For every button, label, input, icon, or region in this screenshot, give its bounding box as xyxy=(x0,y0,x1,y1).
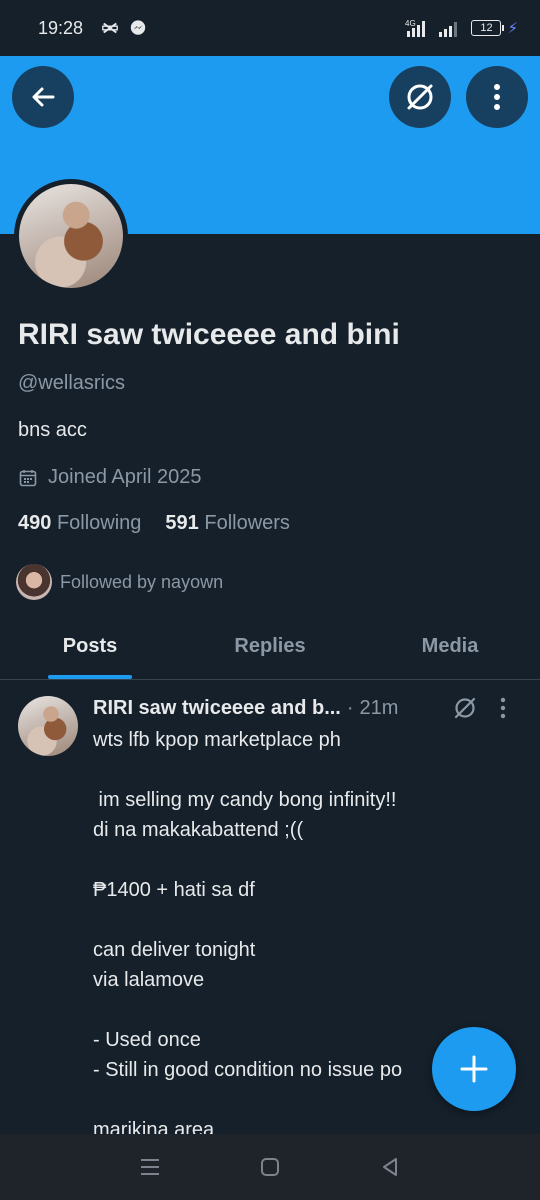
post-more-icon[interactable] xyxy=(499,695,507,721)
post-grok-icon[interactable] xyxy=(451,694,479,722)
status-time: 19:28 xyxy=(38,17,84,38)
battery-level: 12 xyxy=(480,22,493,34)
capcut-icon xyxy=(102,22,118,34)
profile-screen: 19:28 4G 12 ⚡ RIRI saw twiceeee and bini… xyxy=(0,0,540,1200)
plus-icon xyxy=(460,1055,488,1083)
signal-icon: 4G xyxy=(405,19,426,37)
tab-posts[interactable]: Posts xyxy=(0,614,180,679)
tab-media-label: Media xyxy=(421,635,479,657)
charging-icon: ⚡ xyxy=(507,20,518,37)
back-button[interactable] xyxy=(12,66,74,128)
followers-link[interactable]: 591 Followers xyxy=(165,512,290,535)
profile-tabs: Posts Replies Media xyxy=(0,614,540,680)
active-tab-indicator xyxy=(48,675,132,679)
home-square-icon xyxy=(261,1158,279,1176)
status-notification-icons xyxy=(101,19,147,37)
tab-replies-label: Replies xyxy=(234,635,306,657)
menu-lines-icon xyxy=(141,1159,159,1175)
follow-stats: 490 Following 591 Followers xyxy=(18,512,290,535)
post-separator: · xyxy=(346,696,354,719)
profile-avatar[interactable] xyxy=(14,179,128,293)
followers-count: 591 xyxy=(165,512,199,534)
joined-text: Joined April 2025 xyxy=(48,466,202,488)
post-timestamp: 21m xyxy=(359,696,399,719)
more-vertical-icon xyxy=(494,84,500,110)
triangle-back-icon xyxy=(383,1158,397,1176)
signal-strength-icon xyxy=(439,22,458,37)
display-name: RIRI saw twiceeee and bini xyxy=(18,318,400,351)
following-link[interactable]: 490 Following xyxy=(18,512,141,535)
profile-bio: bns acc xyxy=(18,419,87,441)
follower-avatar xyxy=(16,564,52,600)
messenger-icon xyxy=(130,20,146,35)
status-system-icons: 4G 12 ⚡ xyxy=(399,18,518,38)
username-handle: @wellasrics xyxy=(18,372,125,394)
home-button[interactable] xyxy=(250,1147,290,1187)
following-count: 490 xyxy=(18,512,52,534)
profile-avatar-image xyxy=(19,184,123,288)
post-author-name[interactable]: RIRI saw twiceeee and b... xyxy=(93,697,341,720)
followers-label: Followers xyxy=(204,512,290,534)
tab-replies[interactable]: Replies xyxy=(180,614,360,679)
system-navigation-bar xyxy=(0,1134,540,1200)
tab-posts-label: Posts xyxy=(62,635,118,657)
following-label: Following xyxy=(56,512,142,534)
status-bar: 19:28 4G 12 ⚡ xyxy=(0,0,540,56)
grok-button[interactable] xyxy=(389,66,451,128)
grok-icon xyxy=(407,84,433,110)
network-type: 4G xyxy=(405,19,416,28)
battery-icon: 12 xyxy=(471,20,505,36)
followed-by-text: Followed by nayown xyxy=(60,571,224,592)
recent-apps-button[interactable] xyxy=(130,1147,170,1187)
followed-by[interactable]: Followed by nayown xyxy=(16,564,223,600)
calendar-icon xyxy=(19,469,37,486)
tab-media[interactable]: Media xyxy=(360,614,540,679)
joined-date: Joined April 2025 xyxy=(18,466,201,489)
more-options-button[interactable] xyxy=(466,66,528,128)
compose-post-button[interactable] xyxy=(432,1027,516,1111)
system-back-button[interactable] xyxy=(370,1147,410,1187)
post-author-avatar[interactable] xyxy=(18,696,78,756)
arrow-left-icon xyxy=(32,87,55,107)
post-header: RIRI saw twiceeee and b... · 21m xyxy=(93,693,533,723)
